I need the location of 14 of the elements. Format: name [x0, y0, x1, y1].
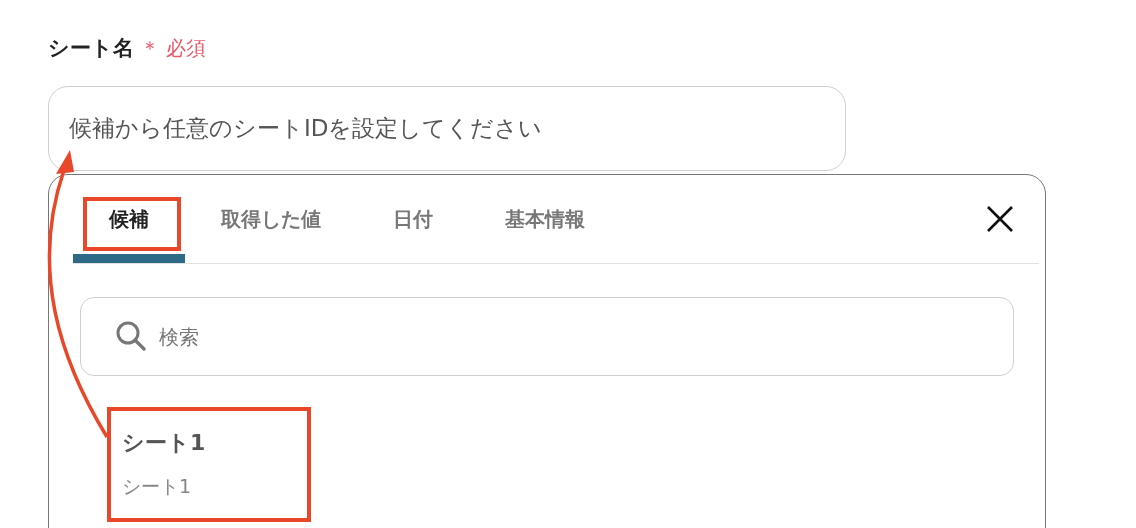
search-field[interactable]: 検索 [80, 297, 1014, 376]
picker-tab[interactable]: 日付 [357, 175, 469, 263]
close-icon [985, 204, 1015, 234]
sheet-name-field[interactable]: 候補から任意のシートIDを設定してください [48, 86, 846, 171]
required-label: 必須 [166, 34, 206, 62]
search-icon [115, 320, 147, 352]
field-label: シート名 [48, 35, 134, 62]
picker-tab[interactable]: 基本情報 [469, 175, 621, 263]
required-mark: ＊ [140, 34, 160, 62]
picker-tab[interactable]: 候補 [73, 175, 185, 263]
close-button[interactable] [985, 204, 1015, 234]
option-subtitle: シート1 [122, 474, 193, 499]
option-title[interactable]: シート1 [122, 428, 1039, 458]
picker-tab[interactable]: 取得した値 [185, 175, 357, 263]
